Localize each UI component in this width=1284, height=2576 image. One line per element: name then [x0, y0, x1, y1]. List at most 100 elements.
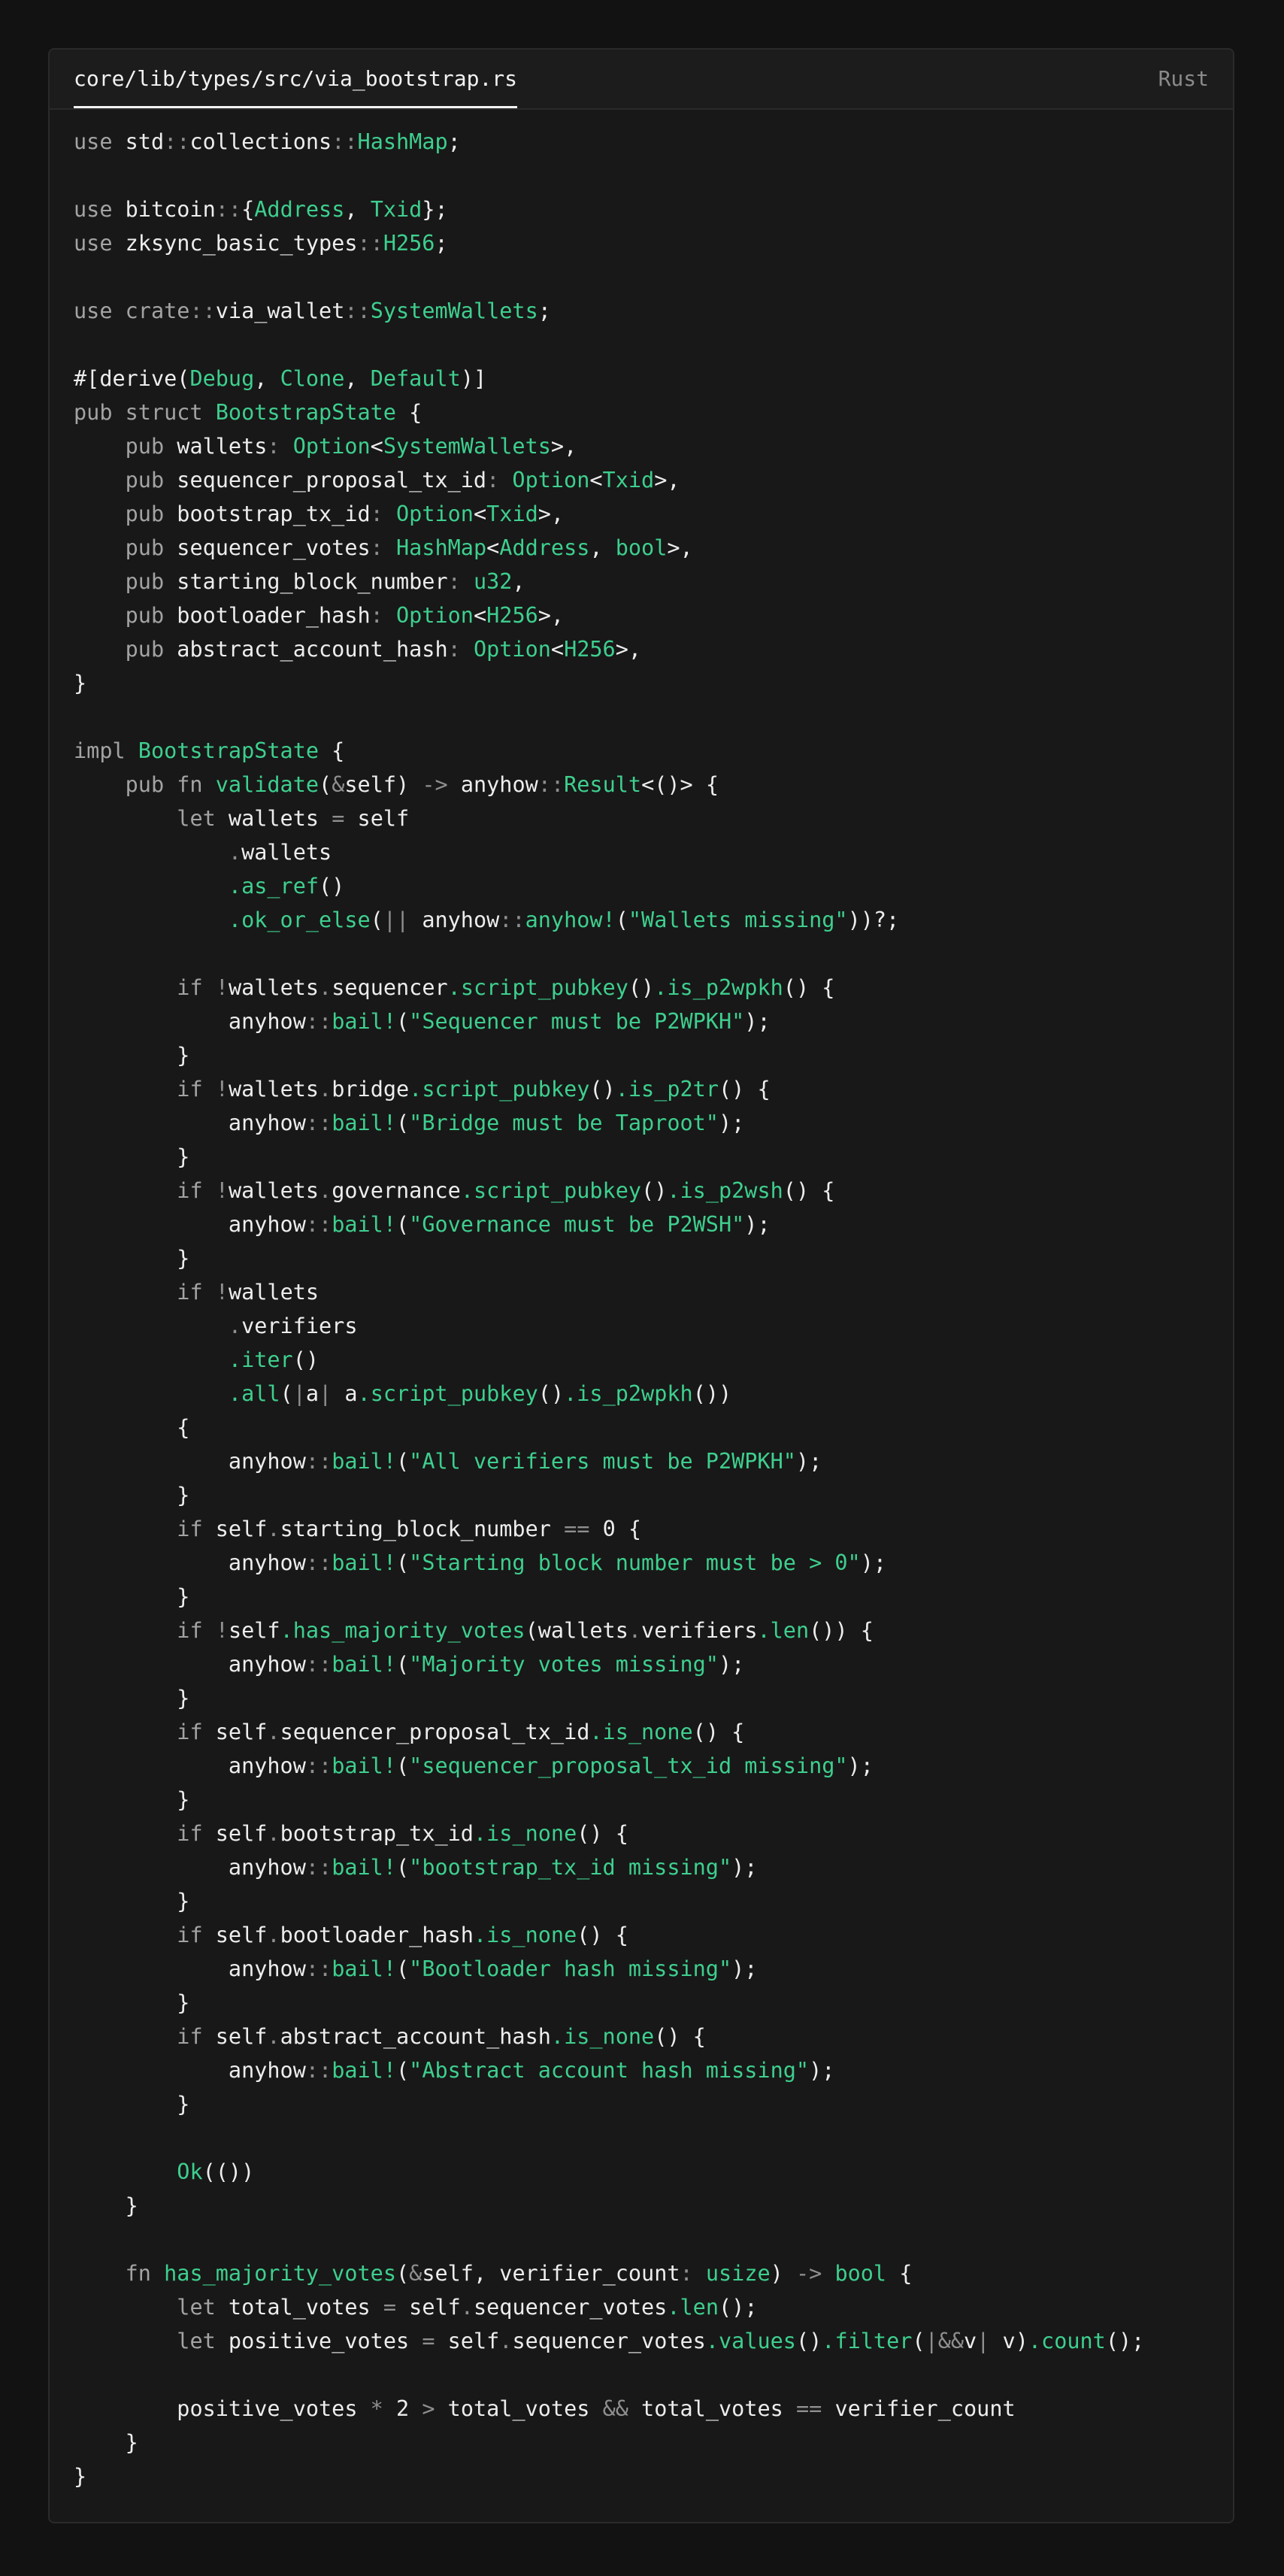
code-token: : — [370, 535, 396, 560]
code-token: .is_p2wpkh — [654, 975, 783, 1000]
code-line: ​ — [74, 2223, 1144, 2256]
code-token: :: — [499, 908, 525, 932]
code-token: >, — [615, 637, 642, 662]
code-token: ) — [1015, 2329, 1028, 2353]
code-line: } — [74, 1478, 1144, 1512]
code-token: "Bridge must be Taproot" — [409, 1111, 719, 1135]
code-line: anyhow::bail!("sequencer_proposal_tx_id … — [74, 1749, 1144, 1783]
code-token: } — [74, 1584, 190, 1609]
code-token: :: — [305, 1212, 332, 1237]
code-line: .all(|a| a.script_pubkey().is_p2wpkh()) — [74, 1377, 1144, 1411]
code-token: >, — [550, 434, 577, 459]
code-token: bail! — [332, 1111, 396, 1135]
code-line: anyhow::bail!("Majority votes missing"); — [74, 1647, 1144, 1681]
code-token: :: — [344, 299, 371, 323]
code-token: ( — [395, 1956, 410, 1981]
code-token: () — [292, 1347, 319, 1372]
code-token: } — [74, 1246, 190, 1271]
code-line: anyhow::bail!("Starting block number mus… — [74, 1546, 1144, 1580]
code-token: .has_majority_votes — [280, 1618, 525, 1643]
code-token: ( — [395, 1009, 410, 1034]
code-token: .filter — [822, 2329, 913, 2353]
code-token: |&& — [925, 2329, 965, 2353]
code-token: anyhow — [228, 1855, 306, 1880]
code-token: via_wallet — [215, 299, 345, 323]
code-token: abstract_account_hash — [177, 637, 448, 662]
code-token: wallets — [228, 806, 332, 831]
code-token: = — [332, 806, 358, 831]
code-token: () — [795, 2329, 822, 2353]
code-line: .as_ref() — [74, 869, 1144, 903]
code-token: ( — [395, 1652, 410, 1677]
code-token: (); — [1105, 2329, 1145, 2353]
code-line: pub abstract_account_hash: Option<H256>, — [74, 632, 1144, 666]
code-token: "Majority votes missing" — [409, 1652, 719, 1677]
code-token: :: — [332, 129, 358, 154]
code-line: use std::collections::HashMap; — [74, 125, 1144, 159]
code-token: () { — [577, 1821, 628, 1846]
code-token: bail! — [332, 1753, 396, 1778]
code-token: Address — [499, 535, 590, 560]
code-token: self — [357, 806, 410, 831]
code-token: bootstrap_tx_id — [280, 1821, 474, 1846]
code-token: ! — [215, 1178, 229, 1203]
code-line: if self.abstract_account_hash.is_none() … — [74, 2020, 1144, 2053]
code-token: :: — [357, 231, 383, 256]
code-line: ​ — [74, 260, 1144, 294]
code-token: positive_votes — [177, 2396, 371, 2421]
code-token: pub — [125, 637, 177, 662]
code-token: Option — [512, 468, 590, 492]
code-token: : — [447, 637, 474, 662]
code-line: let total_votes = self.sequencer_votes.l… — [74, 2290, 1144, 2324]
code-token: fn — [125, 2261, 165, 2286]
code-token: use — [74, 197, 126, 222]
code-token: HashMap — [357, 129, 448, 154]
code-token: } — [74, 2193, 138, 2218]
code-token: ); — [795, 1449, 822, 1474]
code-token: :: — [305, 1652, 332, 1677]
code-token: BootstrapState — [138, 738, 319, 763]
code-token: == — [564, 1517, 603, 1541]
code-token: pub — [125, 535, 177, 560]
code-line: use crate::via_wallet::SystemWallets; — [74, 294, 1144, 328]
code-token: .is_none — [589, 1720, 693, 1744]
code-token: "All verifiers must be P2WPKH" — [409, 1449, 796, 1474]
code-line: if !wallets.sequencer.script_pubkey().is… — [74, 971, 1144, 1005]
file-tab[interactable]: core/lib/types/src/via_bootstrap.rs — [74, 50, 518, 108]
code-token: u32 — [473, 569, 513, 594]
code-token: sequencer_votes — [177, 535, 371, 560]
code-token: ) — [396, 772, 422, 797]
code-token: Txid — [602, 468, 655, 492]
code-token: } — [74, 1144, 190, 1169]
code-token: :: — [305, 1111, 332, 1135]
code-token: .all — [228, 1381, 280, 1406]
code-token: self — [215, 2024, 268, 2049]
code-token: ()) { — [809, 1618, 874, 1643]
code-token: . — [499, 2329, 513, 2353]
code-token: ( — [395, 2261, 410, 2286]
code-line: pub starting_block_number: u32, — [74, 565, 1144, 599]
code-token: 2 — [396, 2396, 422, 2421]
code-token: ); — [847, 1753, 874, 1778]
code-token: Default — [370, 366, 461, 391]
code-token: () — [538, 1381, 565, 1406]
code-token: starting_block_number — [280, 1517, 565, 1541]
code-token: pub — [125, 468, 177, 492]
code-token: Option — [396, 502, 474, 526]
code-token: pub — [125, 569, 177, 594]
code-token: .len — [757, 1618, 810, 1643]
code-token: self — [409, 2295, 461, 2320]
code-token: bootloader_hash — [177, 603, 371, 628]
code-line: fn has_majority_votes(&self, verifier_co… — [74, 2256, 1144, 2290]
language-label: Rust — [1158, 66, 1209, 91]
code-token: == — [795, 2396, 835, 2421]
code-token: < — [589, 468, 603, 492]
